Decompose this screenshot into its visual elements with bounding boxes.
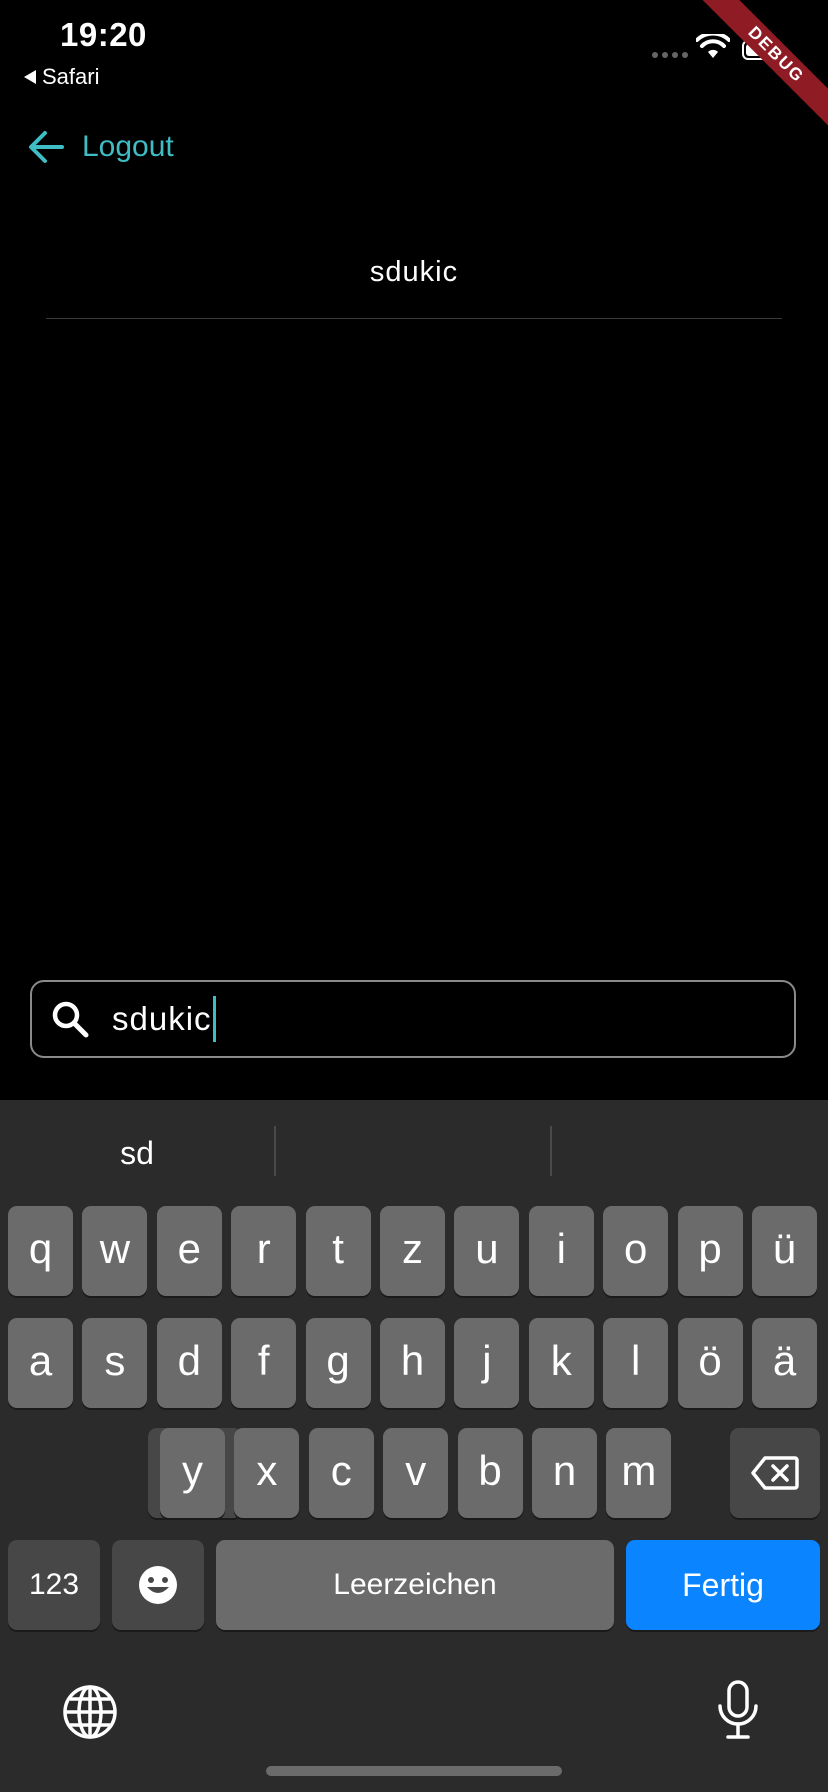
search-icon (52, 1001, 89, 1038)
letter-key[interactable]: g (305, 1318, 371, 1408)
letter-key[interactable]: t (305, 1206, 371, 1296)
letter-key[interactable]: h (380, 1318, 445, 1408)
letter-key[interactable]: r (231, 1206, 297, 1296)
letter-key[interactable]: ü (752, 1206, 817, 1296)
backspace-key[interactable] (730, 1428, 820, 1518)
suggestion-item[interactable]: sd (0, 1100, 274, 1206)
user-result-item[interactable]: sdukic (0, 256, 828, 289)
letter-key[interactable]: p (677, 1206, 743, 1296)
letter-key[interactable]: b (457, 1428, 523, 1518)
logout-button[interactable]: Logout (28, 130, 174, 164)
letter-key[interactable]: i (528, 1206, 594, 1296)
letter-key[interactable]: l (603, 1318, 669, 1408)
emoji-icon (139, 1566, 177, 1604)
letter-key[interactable]: n (532, 1428, 597, 1518)
letter-key[interactable]: d (156, 1318, 222, 1408)
back-to-safari[interactable]: Safari (24, 64, 99, 90)
letter-key[interactable]: o (603, 1206, 669, 1296)
letter-key[interactable]: c (308, 1428, 374, 1518)
debug-banner-label: DEBUG (689, 0, 828, 142)
debug-banner: DEBUG (658, 0, 828, 170)
letter-key[interactable]: v (383, 1428, 449, 1518)
done-key[interactable]: Fertig (626, 1540, 820, 1630)
divider (46, 318, 782, 319)
status-time: 19:20 (60, 16, 147, 53)
home-indicator[interactable] (266, 1766, 562, 1776)
back-triangle-icon (24, 70, 36, 84)
letter-key[interactable]: ö (677, 1318, 743, 1408)
arrow-back-icon (29, 131, 64, 163)
letter-key[interactable]: ä (752, 1318, 817, 1408)
search-field[interactable]: sdukic (30, 980, 796, 1058)
letter-key[interactable]: z (380, 1206, 445, 1296)
letter-key[interactable]: a (8, 1318, 73, 1408)
backspace-icon (751, 1456, 799, 1490)
emoji-key[interactable] (112, 1540, 204, 1630)
text-caret (212, 996, 216, 1042)
letter-key[interactable]: f (231, 1318, 297, 1408)
search-input[interactable]: sdukic (112, 1000, 212, 1038)
suggestion-item[interactable] (276, 1100, 550, 1206)
letter-key[interactable]: e (156, 1206, 222, 1296)
space-key[interactable]: Leerzeichen (216, 1540, 614, 1630)
letter-key[interactable]: s (82, 1318, 148, 1408)
letter-key[interactable]: u (454, 1206, 520, 1296)
logout-label: Logout (82, 130, 174, 163)
letter-key[interactable]: q (8, 1206, 73, 1296)
letter-key[interactable]: j (454, 1318, 520, 1408)
keyboard: sd 123 Leerzeichen Fertig qwertzuiopüasd… (0, 1100, 828, 1792)
globe-icon[interactable] (62, 1684, 118, 1745)
letter-key[interactable]: m (606, 1428, 672, 1518)
suggestion-item[interactable] (552, 1100, 828, 1206)
letter-key[interactable]: x (234, 1428, 300, 1518)
letter-key[interactable]: k (528, 1318, 594, 1408)
letter-key[interactable]: w (82, 1206, 148, 1296)
numbers-key[interactable]: 123 (8, 1540, 100, 1630)
back-to-safari-label: Safari (42, 64, 100, 89)
letter-key[interactable]: y (160, 1428, 225, 1518)
microphone-icon[interactable] (716, 1680, 760, 1745)
suggestion-bar: sd (0, 1100, 828, 1206)
